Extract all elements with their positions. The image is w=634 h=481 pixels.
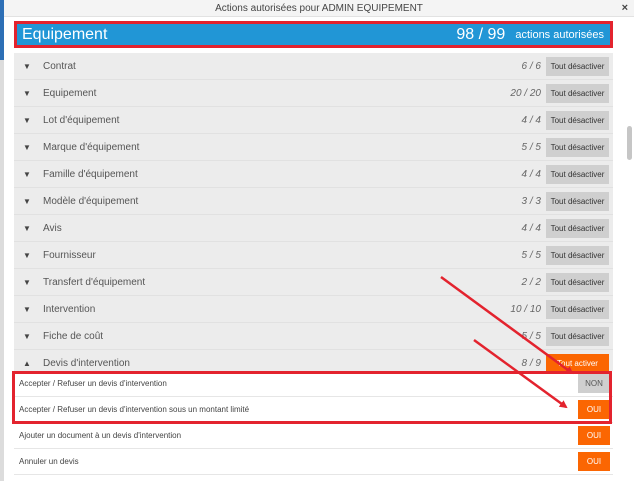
scrollbar-thumb[interactable]: [627, 126, 632, 160]
caret-down-icon[interactable]: ▼: [23, 116, 31, 125]
category-ratio: 5 / 5: [521, 141, 541, 153]
category-row[interactable]: ▼ Intervention 10 / 10 Tout désactiver: [14, 296, 613, 323]
category-toggle-all-button[interactable]: Tout désactiver: [546, 299, 609, 319]
category-toggle-all-button[interactable]: Tout désactiver: [546, 191, 609, 211]
category-toggle-all-button[interactable]: Tout désactiver: [546, 245, 609, 265]
module-title: Equipement: [22, 25, 108, 43]
category-ratio: 6 / 6: [521, 60, 541, 72]
left-edge-strip: [0, 0, 4, 481]
caret-down-icon[interactable]: ▼: [23, 305, 31, 314]
category-list: ▼ Contrat 6 / 6 Tout désactiver ▼ Equipement 2…: [14, 53, 613, 377]
category-row[interactable]: ▼ Equipement 20 / 20 Tout désactiver: [14, 80, 613, 107]
category-name: Contrat: [43, 60, 76, 72]
category-toggle-all-button[interactable]: Tout désactiver: [546, 218, 609, 238]
category-name: Lot d'équipement: [43, 114, 120, 126]
category-toggle-all-button[interactable]: Tout désactiver: [546, 137, 609, 157]
category-ratio: 3 / 3: [521, 195, 541, 207]
category-toggle-all-button[interactable]: Tout désactiver: [546, 326, 609, 346]
category-row[interactable]: ▼ Transfert d'équipement 2 / 2 Tout désacti…: [14, 269, 613, 296]
caret-down-icon[interactable]: ▼: [23, 251, 31, 260]
category-name: Devis d'intervention: [43, 357, 130, 369]
permission-toggle[interactable]: OUI: [578, 400, 610, 419]
caret-down-icon[interactable]: ▼: [23, 62, 31, 71]
category-ratio: 4 / 4: [521, 114, 541, 126]
caret-down-icon[interactable]: ▼: [23, 278, 31, 287]
sub-action-name: Ajouter un document à un devis d'interve…: [19, 431, 182, 440]
sub-action-name: Annuler un devis: [19, 457, 79, 466]
caret-up-icon[interactable]: ▲: [23, 359, 31, 368]
caret-down-icon[interactable]: ▼: [23, 89, 31, 98]
permission-toggle[interactable]: NON: [578, 374, 610, 393]
sub-action-row: Accepter / Refuser un devis d'interventi…: [14, 371, 613, 397]
module-header: Equipement 98 / 99 actions autorisées: [14, 21, 613, 48]
category-row[interactable]: ▼ Marque d'équipement 5 / 5 Tout désactiver: [14, 134, 613, 161]
sub-action-row: Ajouter un document à un devis d'interve…: [14, 423, 613, 449]
authorized-count: 98 / 99: [456, 25, 506, 43]
category-name: Avis: [43, 222, 62, 234]
category-name: Fiche de coût: [43, 330, 104, 342]
dialog-title: Actions autorisées pour ADMIN EQUIPEMENT: [215, 3, 423, 14]
category-row[interactable]: ▼ Fournisseur 5 / 5 Tout désactiver: [14, 242, 613, 269]
category-name: Marque d'équipement: [43, 141, 140, 153]
category-name: Famille d'équipement: [43, 168, 138, 180]
category-ratio: 4 / 4: [521, 168, 541, 180]
caret-down-icon[interactable]: ▼: [23, 197, 31, 206]
category-ratio: 8 / 9: [521, 357, 541, 369]
category-row[interactable]: ▼ Fiche de coût 5 / 5 Tout désactiver: [14, 323, 613, 350]
category-name: Intervention: [43, 303, 96, 315]
category-name: Modèle d'équipement: [43, 195, 139, 207]
category-ratio: 2 / 2: [521, 276, 541, 288]
caret-down-icon[interactable]: ▼: [23, 332, 31, 341]
category-ratio: 5 / 5: [521, 330, 541, 342]
dialog-titlebar: Actions autorisées pour ADMIN EQUIPEMENT…: [4, 0, 634, 17]
category-toggle-all-button[interactable]: Tout désactiver: [546, 164, 609, 184]
category-name: Equipement: [43, 87, 97, 99]
category-name: Transfert d'équipement: [43, 276, 146, 288]
category-row[interactable]: ▼ Lot d'équipement 4 / 4 Tout désactiver: [14, 107, 613, 134]
category-ratio: 20 / 20: [510, 87, 541, 99]
category-ratio: 4 / 4: [521, 222, 541, 234]
sub-action-row: Annuler un devis OUI: [14, 449, 613, 475]
caret-down-icon[interactable]: ▼: [23, 224, 31, 233]
category-row[interactable]: ▼ Avis 4 / 4 Tout désactiver: [14, 215, 613, 242]
close-icon[interactable]: ×: [622, 0, 628, 17]
permission-toggle[interactable]: OUI: [578, 426, 610, 445]
category-toggle-all-button[interactable]: Tout désactiver: [546, 83, 609, 103]
sub-action-row: Accepter / Refuser un devis d'interventi…: [14, 397, 613, 423]
category-row[interactable]: ▼ Modèle d'équipement 3 / 3 Tout désactiver: [14, 188, 613, 215]
sub-action-name: Accepter / Refuser un devis d'interventi…: [19, 405, 250, 414]
category-row[interactable]: ▼ Famille d'équipement 4 / 4 Tout désactive…: [14, 161, 613, 188]
category-toggle-all-button[interactable]: Tout activer: [546, 353, 609, 373]
category-ratio: 10 / 10: [510, 303, 541, 315]
sub-action-list: Accepter / Refuser un devis d'interventi…: [14, 371, 613, 475]
sub-action-name: Accepter / Refuser un devis d'interventi…: [19, 379, 167, 388]
category-ratio: 5 / 5: [521, 249, 541, 261]
category-row[interactable]: ▼ Contrat 6 / 6 Tout désactiver: [14, 53, 613, 80]
caret-down-icon[interactable]: ▼: [23, 170, 31, 179]
dialog-content: Equipement 98 / 99 actions autorisées ▼ C…: [12, 19, 614, 481]
category-toggle-all-button[interactable]: Tout désactiver: [546, 56, 609, 76]
permission-toggle[interactable]: OUI: [578, 452, 610, 471]
authorized-count-label: actions autorisées: [515, 28, 604, 41]
category-toggle-all-button[interactable]: Tout désactiver: [546, 272, 609, 292]
caret-down-icon[interactable]: ▼: [23, 143, 31, 152]
category-name: Fournisseur: [43, 249, 96, 261]
category-toggle-all-button[interactable]: Tout désactiver: [546, 110, 609, 130]
